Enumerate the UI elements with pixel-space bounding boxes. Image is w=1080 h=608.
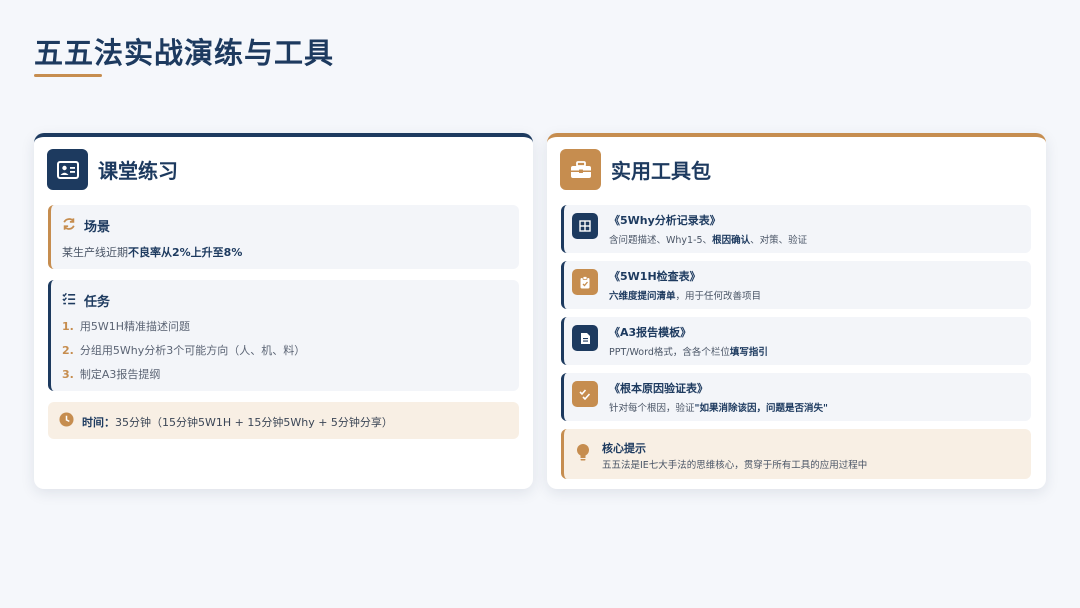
scene-heading: 场景 [84, 220, 111, 235]
time-label: 时间： [82, 415, 115, 429]
tool-name: 《5W1H检查表》 [609, 270, 701, 283]
tip-desc: 五五法是IE七大手法的思维核心，贯穿于所有工具的应用过程中 [602, 460, 868, 471]
list-item: 2. 分组用5Why分析3个可能方向（人、机、料） [62, 344, 306, 357]
exercise-card: 课堂练习 场景 某生产线近期不良率从2%上升至8% 任务 1. 用5W1H精准描… [34, 133, 533, 489]
core-tip-block: 核心提示 五五法是IE七大手法的思维核心，贯穿于所有工具的应用过程中 [561, 429, 1031, 479]
exercise-card-title: 课堂练习 [98, 159, 178, 183]
tool-desc: PPT/Word格式，含各个栏位填写指引 [609, 347, 768, 358]
checklist-icon [62, 291, 76, 310]
tool-item-5why: 《5Why分析记录表》 含问题描述、Why1-5、根因确认、对策、验证 [561, 205, 1031, 253]
task-list: 1. 用5W1H精准描述问题 2. 分组用5Why分析3个可能方向（人、机、料） 3… [62, 320, 305, 392]
time-value: 35分钟（15分钟5W1H + 15分钟5Why + 5分钟分享） [115, 415, 393, 429]
tool-desc: 六维度提问清单，用于任何改善项目 [609, 291, 762, 302]
tool-desc: 针对每个根因，验证"如果消除该因，问题是否消失" [609, 403, 828, 414]
table-icon [572, 213, 598, 239]
tool-desc: 含问题描述、Why1-5、根因确认、对策、验证 [609, 235, 808, 246]
toolkit-card-header: 实用工具包 [560, 149, 711, 190]
clipboard-icon [572, 269, 598, 295]
exercise-card-header: 课堂练习 [47, 149, 178, 190]
toolkit-card-title: 实用工具包 [611, 159, 711, 183]
page-title: 五五法实战演练与工具 [34, 36, 335, 70]
title-underline [34, 74, 102, 77]
time-block: 时间： 35分钟（15分钟5W1H + 15分钟5Why + 5分钟分享） [48, 402, 519, 439]
tool-name: 《根本原因验证表》 [609, 382, 708, 395]
presentation-board-icon [47, 149, 88, 190]
toolkit-card: 实用工具包 《5Why分析记录表》 含问题描述、Why1-5、根因确认、对策、验… [547, 133, 1046, 489]
tool-item-root-cause: 《根本原因验证表》 针对每个根因，验证"如果消除该因，问题是否消失" [561, 373, 1031, 421]
task-block: 任务 1. 用5W1H精准描述问题 2. 分组用5Why分析3个可能方向（人、机、料… [48, 280, 519, 391]
toolbox-icon [560, 149, 601, 190]
check-list-icon [572, 381, 598, 407]
scene-block: 场景 某生产线近期不良率从2%上升至8% [48, 205, 519, 269]
list-item: 3. 制定A3报告提纲 [62, 368, 161, 381]
lightbulb-icon [576, 443, 590, 467]
list-item: 1. 用5W1H精准描述问题 [62, 320, 190, 333]
tool-name: 《5Why分析记录表》 [609, 214, 721, 227]
tip-title: 核心提示 [602, 442, 646, 455]
refresh-icon [62, 216, 76, 235]
clock-icon [59, 412, 74, 431]
scene-text: 某生产线近期不良率从2%上升至8% [62, 246, 243, 259]
document-icon [572, 325, 598, 351]
tool-name: 《A3报告模板》 [609, 326, 692, 339]
tool-item-5w1h: 《5W1H检查表》 六维度提问清单，用于任何改善项目 [561, 261, 1031, 309]
task-heading: 任务 [84, 295, 111, 310]
tool-item-a3: 《A3报告模板》 PPT/Word格式，含各个栏位填写指引 [561, 317, 1031, 365]
